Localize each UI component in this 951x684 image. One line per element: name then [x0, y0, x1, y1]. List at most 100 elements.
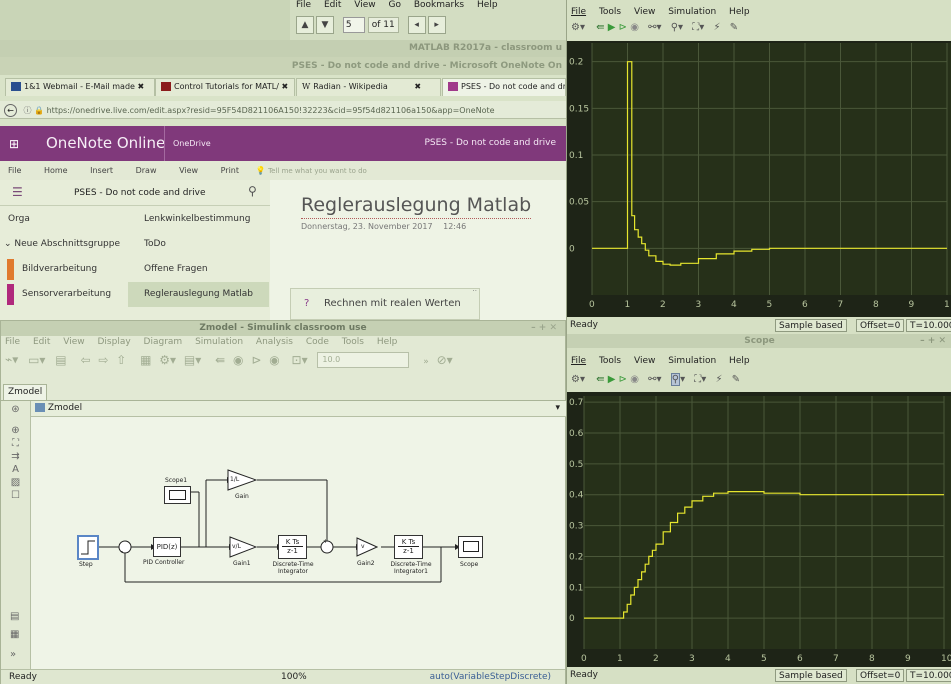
model-breadcrumb[interactable]: Zmodel ▾	[31, 401, 566, 417]
scope1-block[interactable]	[164, 486, 191, 504]
hide-browser-icon[interactable]: ⊛	[1, 404, 30, 415]
section-orga[interactable]: Orga	[0, 207, 128, 232]
breadcrumb-dropdown-icon[interactable]: ▾	[555, 403, 560, 413]
forward-arrow-icon[interactable]: ▸	[427, 16, 446, 34]
address-bar[interactable]: ← ⓘ 🔒 https://onedrive.live.com/edit.asp…	[0, 101, 566, 119]
scope-highlight-icon[interactable]: ⚯▾	[648, 22, 661, 33]
prev-page-up-icon[interactable]: ▲	[296, 16, 314, 34]
settings-gear-icon[interactable]: ⚙▾	[159, 353, 176, 367]
tab-radian-wikipedia[interactable]: W Radian - Wikipedia ✖	[296, 78, 441, 96]
tab-pses-onenote[interactable]: PSES - Do not code and dri	[442, 78, 566, 96]
scope-trigger-icon[interactable]: ⚡	[715, 374, 722, 385]
scope-bottom-menu-view[interactable]: View	[634, 356, 655, 366]
step-block[interactable]	[77, 535, 99, 560]
pid-controller-block[interactable]: PID(z)	[153, 537, 181, 557]
forward-icon[interactable]: ⇨	[98, 353, 108, 367]
scope-settings-icon[interactable]: ⚙▾	[571, 22, 585, 33]
tab-zmodel[interactable]: Zmodel	[3, 384, 48, 400]
scope-top-menu-tools[interactable]: Tools	[599, 7, 621, 17]
sim-menu-help[interactable]: Help	[377, 337, 398, 347]
pdf-menu-view[interactable]: View	[354, 0, 375, 10]
ribbon-print[interactable]: Print	[221, 166, 239, 175]
matlab-titlebar[interactable]: MATLAB R2017a - classroom u	[0, 40, 566, 57]
sim-menu-edit[interactable]: Edit	[33, 337, 50, 347]
arrow-icon[interactable]: ⇉	[1, 451, 30, 462]
scope-scale-icon[interactable]: ⛶▾	[694, 374, 706, 385]
scope-bottom-menu-simulation[interactable]: Simulation	[668, 356, 716, 366]
info-icon[interactable]: ⓘ	[24, 106, 32, 115]
fit-view-icon[interactable]: ⛶	[1, 438, 30, 449]
property-icon[interactable]: ▦	[10, 629, 19, 640]
back-arrow-icon[interactable]: ◂	[407, 16, 426, 34]
scope-trigger-icon[interactable]: ⚡	[713, 22, 720, 33]
up-icon[interactable]: ⇧	[116, 353, 126, 367]
scope-top-menu-simulation[interactable]: Simulation	[668, 7, 716, 17]
sim-menu-display[interactable]: Display	[97, 337, 130, 347]
pdf-menu-help[interactable]: Help	[477, 0, 498, 10]
pdf-menu-bookmarks[interactable]: Bookmarks	[414, 0, 464, 10]
model-browser-icon[interactable]: ▤	[10, 611, 19, 622]
scope-step-back-icon[interactable]: ⇚	[596, 374, 604, 385]
image-icon[interactable]: ▨	[1, 477, 30, 488]
model-explorer-icon[interactable]: ▤▾	[184, 353, 201, 367]
discrete-integrator-block[interactable]: K Ts z-1	[278, 535, 307, 559]
scope-scale-icon[interactable]: ⛶▾	[692, 22, 704, 33]
library-icon[interactable]: ▦	[140, 353, 151, 367]
scope-run-icon[interactable]: ▶	[608, 22, 616, 33]
ribbon-file[interactable]: File	[8, 166, 21, 175]
scope-icon[interactable]: ⊡▾	[292, 353, 308, 367]
scope-step-icon[interactable]: ⊳	[619, 374, 627, 385]
pdf-menu-go[interactable]: Go	[388, 0, 400, 10]
simulink-canvas[interactable]: Zmodel ▾ - + Step PID(z) PID Controller …	[30, 401, 566, 669]
url-text[interactable]: https://onedrive.live.com/edit.aspx?resi…	[47, 106, 495, 115]
sim-menu-file[interactable]: File	[5, 337, 20, 347]
search-icon[interactable]: ⚲	[248, 184, 257, 198]
help-icon[interactable]: ⊘▾	[437, 353, 453, 367]
ribbon-insert[interactable]: Insert	[90, 166, 113, 175]
scope-top-menu-file[interactable]: File	[571, 7, 586, 17]
page-number-input[interactable]: 5	[342, 17, 365, 33]
scope-bottom-titlebar[interactable]: Scope – + ✕	[567, 334, 951, 348]
scope-bottom-menu-file[interactable]: File	[571, 356, 586, 366]
expand-icon[interactable]: »	[10, 649, 16, 660]
new-model-icon[interactable]: ⌁▾	[5, 353, 18, 367]
scope-step-icon[interactable]: ⊳	[619, 22, 627, 33]
scope-top-menu-help[interactable]: Help	[729, 7, 750, 17]
scope-stop-icon[interactable]: ◉	[630, 22, 639, 33]
back-circle-icon[interactable]: ←	[4, 104, 17, 117]
scope-block[interactable]	[458, 536, 483, 558]
scope-step-back-icon[interactable]: ⇚	[596, 22, 604, 33]
scope-window-controls[interactable]: – + ✕	[920, 336, 946, 346]
scope-zoom-icon[interactable]: ⚲	[670, 373, 681, 386]
pdf-menu-file[interactable]: File	[296, 0, 311, 10]
next-page-down-icon[interactable]: ▼	[316, 16, 334, 34]
section-bildverarbeitung[interactable]: Bildverarbeitung	[0, 257, 128, 282]
onedrive-link[interactable]: OneDrive	[173, 139, 211, 148]
sim-status-solver[interactable]: auto(VariableStepDiscrete)	[430, 672, 551, 682]
page-todo[interactable]: ToDo	[128, 232, 269, 257]
note-text[interactable]: Rechnen mit realen Werten	[324, 298, 461, 309]
gain2-block[interactable]	[356, 537, 378, 557]
tell-me-box[interactable]: Tell me what you want to do	[268, 167, 367, 175]
scope-top-plot[interactable]: 0.2 0.15 0.1 0.05 0 0 1 2 3 4 5 6 7 8 9 1	[567, 41, 951, 317]
back-icon[interactable]: ⇦	[80, 353, 90, 367]
hamburger-icon[interactable]: ☰	[12, 185, 23, 199]
ribbon-view[interactable]: View	[179, 166, 198, 175]
scope-stop-icon[interactable]: ◉	[630, 374, 639, 385]
stop-icon[interactable]: ◉	[269, 353, 279, 367]
sim-menu-analysis[interactable]: Analysis	[256, 337, 293, 347]
area-icon[interactable]: ☐	[1, 490, 30, 501]
sim-menu-diagram[interactable]: Diagram	[144, 337, 183, 347]
more-icon[interactable]: »	[423, 357, 429, 367]
sim-menu-tools[interactable]: Tools	[342, 337, 364, 347]
scope-highlight-icon[interactable]: ⚯▾	[648, 374, 661, 385]
page-lenkwinkelbestimmung[interactable]: Lenkwinkelbestimmung	[128, 207, 269, 232]
scope-top-menu-view[interactable]: View	[634, 7, 655, 17]
scope-edit-icon[interactable]: ✎	[730, 22, 738, 33]
note-container[interactable]: ·· ? Rechnen mit realen Werten	[290, 287, 480, 320]
browser-titlebar[interactable]: PSES - Do not code and drive - Microsoft…	[0, 57, 566, 75]
page-title[interactable]: Reglerauslegung Matlab	[301, 194, 531, 216]
section-sensorverarbeitung[interactable]: Sensorverarbeitung	[0, 282, 128, 307]
page-offene-fragen[interactable]: Offene Fragen	[128, 257, 269, 282]
scope-bottom-menu-help[interactable]: Help	[729, 356, 750, 366]
